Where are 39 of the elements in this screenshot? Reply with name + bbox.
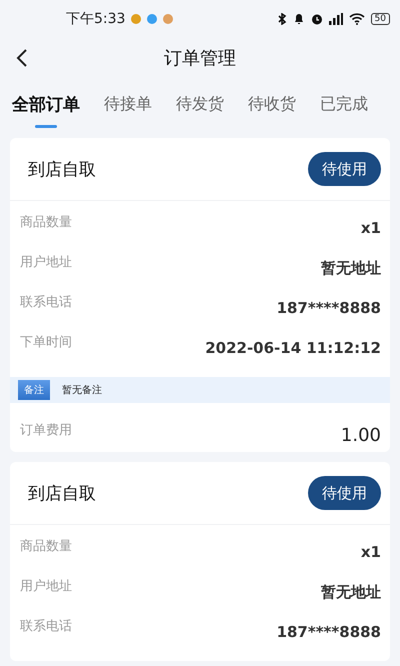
remark-text: 暂无备注 xyxy=(62,384,102,397)
field-label: 下单时间 xyxy=(20,334,72,352)
field-value: 暂无地址 xyxy=(321,258,381,279)
field-label: 商品数量 xyxy=(20,538,72,556)
field-label: 商品数量 xyxy=(20,214,72,232)
remark-tag: 备注 xyxy=(18,380,50,400)
field-label: 联系电话 xyxy=(20,618,72,636)
field-value: 暂无地址 xyxy=(321,582,381,603)
field-value: x1 xyxy=(360,218,381,239)
bell-icon xyxy=(292,13,305,25)
bluetooth-icon xyxy=(276,13,287,25)
field-value: 187****8888 xyxy=(276,298,381,319)
app-notification-icon xyxy=(163,14,174,24)
app-notification-icon xyxy=(147,14,158,24)
order-tab[interactable]: 待收货 xyxy=(248,90,296,128)
wifi-icon xyxy=(348,13,365,25)
status-time: 下午5:33 xyxy=(66,10,126,28)
status-button[interactable]: 待使用 xyxy=(308,152,381,186)
alarm-icon xyxy=(310,13,323,25)
fee-label: 订单费用 xyxy=(20,422,72,440)
order-tab[interactable]: 待接单 xyxy=(104,90,152,128)
app-notification-icon xyxy=(131,14,142,24)
signal-icon xyxy=(328,13,343,25)
fee-value: 1.00 xyxy=(340,424,381,446)
field-value: 187****8888 xyxy=(276,622,381,643)
field-value: x1 xyxy=(360,542,381,563)
back-icon[interactable] xyxy=(16,48,28,68)
field-value: 2022-06-14 11:12:12 xyxy=(205,338,381,359)
order-type: 到店自取 xyxy=(28,158,96,180)
order-tab[interactable]: 全部订单 xyxy=(12,90,80,128)
order-tab[interactable]: 待发货 xyxy=(176,90,224,128)
order-type: 到店自取 xyxy=(28,482,96,504)
page-title: 订单管理 xyxy=(164,47,236,70)
field-label: 用户地址 xyxy=(20,254,72,272)
order-tab[interactable]: 已完成 xyxy=(320,90,368,128)
field-label: 用户地址 xyxy=(20,578,72,596)
field-label: 联系电话 xyxy=(20,294,72,312)
battery-level: 50 xyxy=(370,13,390,25)
status-button[interactable]: 待使用 xyxy=(308,476,381,510)
